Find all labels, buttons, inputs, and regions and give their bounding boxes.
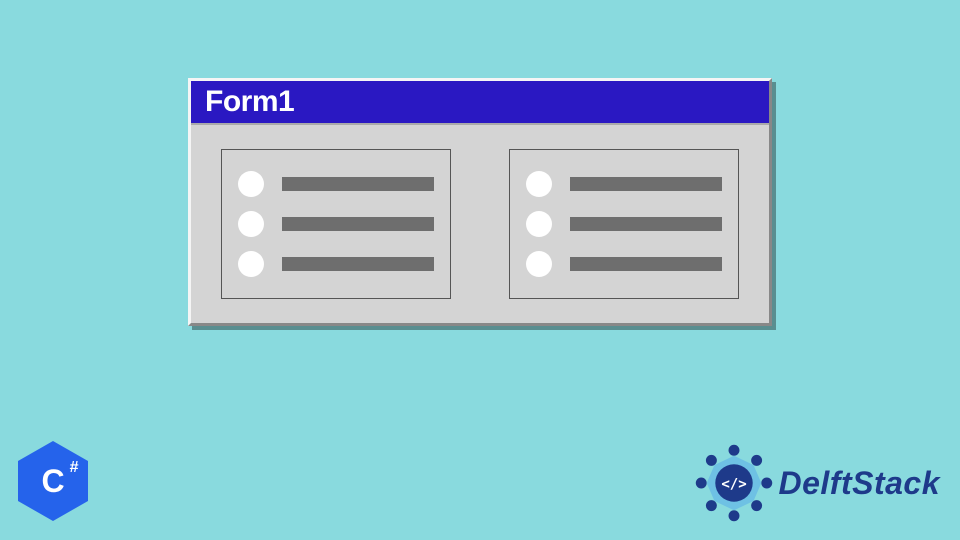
radio-row — [238, 251, 434, 277]
sharp-symbol: # — [70, 459, 79, 477]
radio-row — [526, 251, 722, 277]
radio-button[interactable] — [238, 251, 264, 277]
label-placeholder — [570, 217, 722, 231]
medallion-icon: </> — [695, 444, 773, 522]
label-placeholder — [282, 217, 434, 231]
radio-button[interactable] — [526, 171, 552, 197]
lang-letter: C — [41, 463, 64, 499]
radio-row — [526, 211, 722, 237]
brand-logo: </> DelftStack — [695, 444, 941, 522]
radio-button[interactable] — [526, 211, 552, 237]
csharp-text: C# — [41, 463, 64, 500]
svg-text:</>: </> — [721, 476, 746, 492]
client-area — [191, 125, 769, 323]
label-placeholder — [282, 177, 434, 191]
brand-name: DelftStack — [779, 465, 941, 502]
label-placeholder — [570, 177, 722, 191]
radio-button[interactable] — [526, 251, 552, 277]
titlebar[interactable]: Form1 — [191, 81, 769, 125]
radio-row — [526, 171, 722, 197]
radio-row — [238, 171, 434, 197]
groupbox-left — [221, 149, 451, 299]
hexagon-icon: C# — [18, 441, 88, 521]
label-placeholder — [570, 257, 722, 271]
csharp-badge: C# — [14, 436, 92, 526]
radio-button[interactable] — [238, 211, 264, 237]
radio-button[interactable] — [238, 171, 264, 197]
groupbox-right — [509, 149, 739, 299]
window-form: Form1 — [188, 78, 772, 326]
radio-row — [238, 211, 434, 237]
window-title: Form1 — [205, 85, 294, 119]
label-placeholder — [282, 257, 434, 271]
